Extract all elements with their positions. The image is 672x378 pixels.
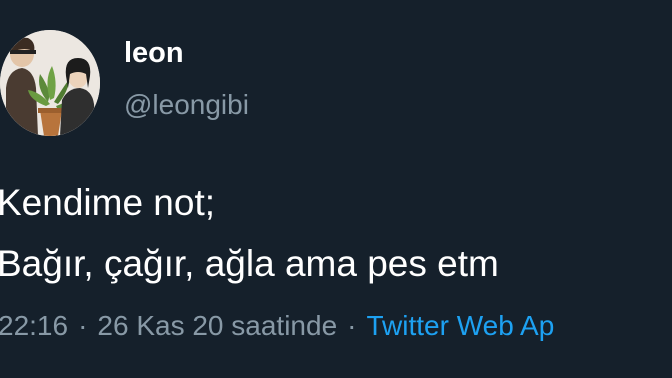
tweet-date[interactable]: 26 Kas 20 saatinde — [97, 310, 337, 341]
tweet-text-line: Bağır, çağır, ağla ama pes etm — [0, 243, 499, 284]
author-display-name[interactable]: leon — [124, 37, 184, 70]
tweet-card: leon @leongibi Kendime not; Bağır, çağır… — [0, 0, 672, 378]
avatar[interactable] — [0, 30, 100, 136]
tweet-time[interactable]: 22:16 — [0, 310, 68, 341]
author-handle[interactable]: @leongibi — [124, 89, 249, 121]
tweet-source-link[interactable]: Twitter Web Ap — [366, 310, 554, 341]
tweet-text: Kendime not; Bağır, çağır, ağla ama pes … — [0, 172, 672, 294]
tweet-text-line: Kendime not; — [0, 182, 216, 223]
tweet-meta: 22:16 · 26 Kas 20 saatinde · Twitter Web Ap — [0, 310, 554, 342]
avatar-illustration-icon — [0, 30, 100, 136]
meta-separator: · — [78, 310, 88, 341]
meta-separator: · — [347, 310, 357, 341]
